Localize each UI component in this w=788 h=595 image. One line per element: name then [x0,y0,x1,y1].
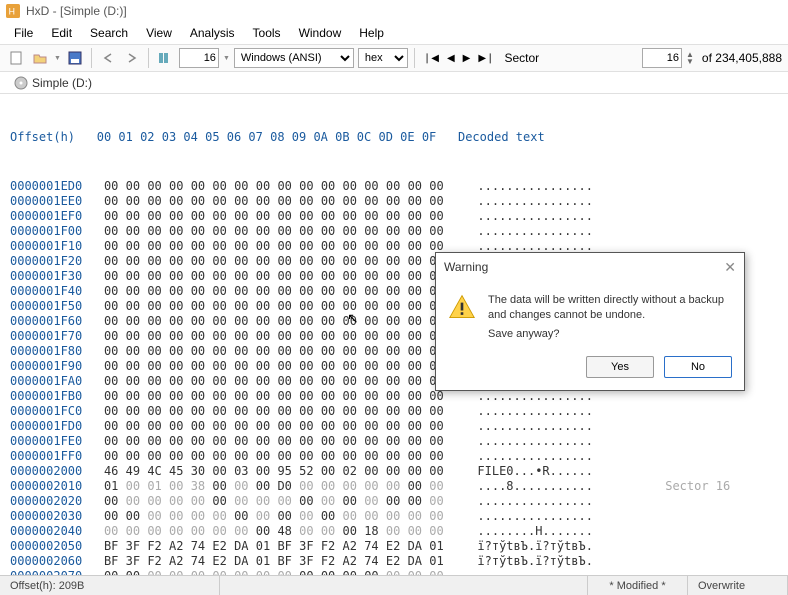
menu-file[interactable]: File [6,24,41,42]
dialog-message: The data will be written directly withou… [488,293,732,324]
menu-view[interactable]: View [138,24,180,42]
hex-row[interactable]: 0000002040 00 00 00 00 00 00 00 00 48 00… [10,524,778,539]
app-logo-icon: H [6,4,20,18]
menu-edit[interactable]: Edit [43,24,80,42]
nav-first-icon[interactable]: ❘◀ [421,53,441,64]
svg-text:H: H [9,7,15,17]
hex-row[interactable]: 0000002010 01 00 01 00 38 00 00 00 D0 00… [10,479,778,494]
tab-simple[interactable]: Simple (D:) [6,74,100,92]
hex-row[interactable]: 0000001F00 00 00 00 00 00 00 00 00 00 00… [10,224,778,239]
undo-icon[interactable] [98,48,118,68]
hex-row[interactable]: 0000002060 BF 3F F2 A2 74 E2 DA 01 BF 3F… [10,554,778,569]
toolbar: ▼ ▼ Windows (ANSI) hex ❘◀ ◀ ▶ ▶❘ Sector … [0,44,788,72]
hex-row[interactable]: 0000001FE0 00 00 00 00 00 00 00 00 00 00… [10,434,778,449]
status-offset: Offset(h): 209B [0,576,220,595]
hex-row[interactable]: 0000001FC0 00 00 00 00 00 00 00 00 00 00… [10,404,778,419]
open-icon[interactable] [30,48,50,68]
menu-analysis[interactable]: Analysis [182,24,243,42]
status-modified: * Modified * [588,576,688,595]
hex-row[interactable]: 0000001FF0 00 00 00 00 00 00 00 00 00 00… [10,449,778,464]
warning-icon [448,293,476,340]
encoding-select[interactable]: Windows (ANSI) [234,48,354,68]
menu-bar: FileEditSearchViewAnalysisToolsWindowHel… [0,22,788,44]
menu-help[interactable]: Help [351,24,392,42]
tab-bar: Simple (D:) [0,72,788,94]
menu-window[interactable]: Window [291,24,350,42]
menu-search[interactable]: Search [82,24,136,42]
hex-row[interactable]: 0000001ED0 00 00 00 00 00 00 00 00 00 00… [10,179,778,194]
hex-row[interactable]: 0000002050 BF 3F F2 A2 74 E2 DA 01 BF 3F… [10,539,778,554]
warning-dialog: Warning ✕ The data will be written direc… [435,252,745,391]
columns-icon[interactable] [155,48,175,68]
disk-icon [14,76,28,90]
save-icon[interactable] [65,48,85,68]
dialog-title: Warning [444,260,488,274]
sector-down-icon[interactable]: ▼ [686,58,694,65]
yes-button[interactable]: Yes [586,356,654,378]
title-bar: H HxD - [Simple (D:)] [0,0,788,22]
hex-row[interactable]: 0000002020 00 00 00 00 00 00 00 00 00 00… [10,494,778,509]
hex-row[interactable]: 0000002000 46 49 4C 45 30 00 03 00 95 52… [10,464,778,479]
sector-label: Sector [504,51,539,65]
sector-input[interactable] [642,48,682,68]
redo-icon[interactable] [122,48,142,68]
hex-row[interactable]: 0000002030 00 00 00 00 00 00 00 00 00 00… [10,509,778,524]
base-select[interactable]: hex [358,48,408,68]
hex-row[interactable]: 0000001FD0 00 00 00 00 00 00 00 00 00 00… [10,419,778,434]
window-title: HxD - [Simple (D:)] [26,4,127,18]
close-icon[interactable]: ✕ [724,259,736,276]
nav-prev-icon[interactable]: ◀ [445,53,457,64]
hex-row[interactable]: 0000001EE0 00 00 00 00 00 00 00 00 00 00… [10,194,778,209]
no-button[interactable]: No [664,356,732,378]
hex-row[interactable]: 0000001FB0 00 00 00 00 00 00 00 00 00 00… [10,389,778,404]
tab-label: Simple (D:) [32,76,92,90]
nav-last-icon[interactable]: ▶❘ [476,53,496,64]
group-size-input[interactable] [179,48,219,68]
hex-row[interactable]: 0000001EF0 00 00 00 00 00 00 00 00 00 00… [10,209,778,224]
status-bar: Offset(h): 209B * Modified * Overwrite [0,575,788,595]
status-mode: Overwrite [688,576,788,595]
menu-tools[interactable]: Tools [245,24,289,42]
dialog-question: Save anyway? [488,328,732,340]
nav-next-icon[interactable]: ▶ [461,53,473,64]
new-icon[interactable] [6,48,26,68]
sector-total: of 234,405,888 [702,51,782,65]
